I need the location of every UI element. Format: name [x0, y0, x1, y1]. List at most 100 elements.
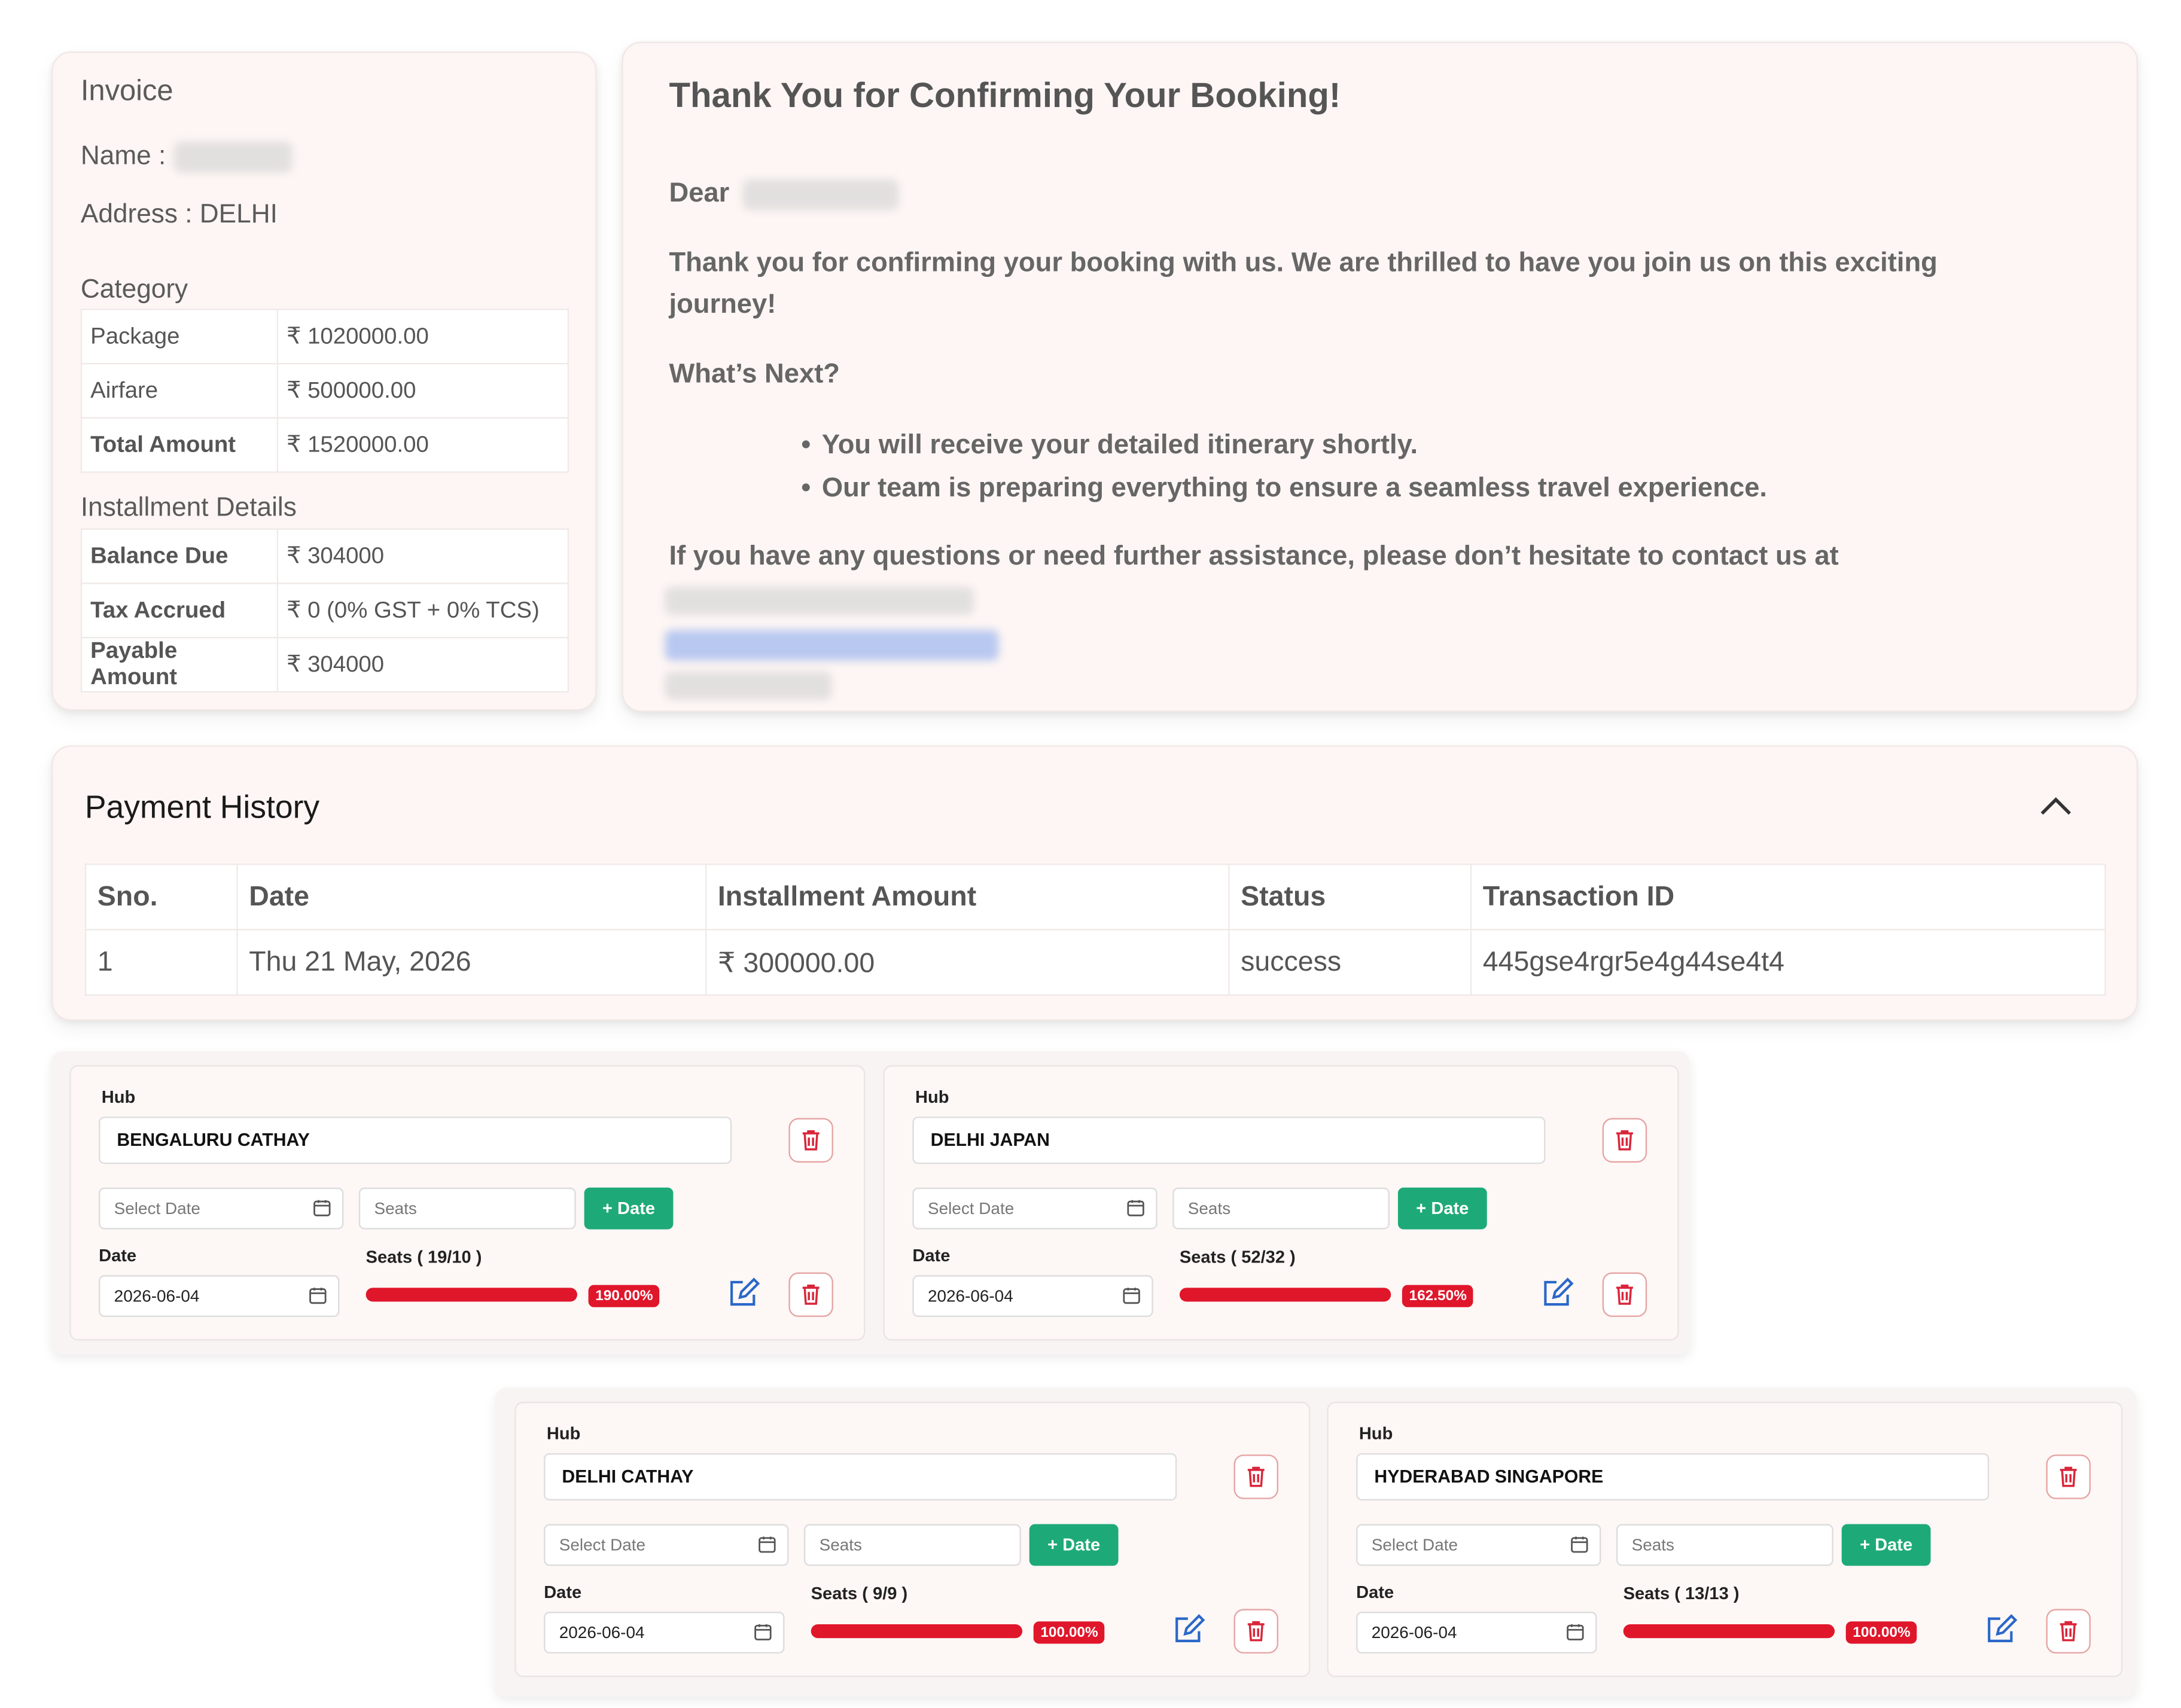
payment-history-table: Sno. Date Installment Amount Status Tran… — [84, 864, 2106, 996]
redacted-phone — [665, 672, 832, 700]
seats-progress-bar — [1179, 1288, 1391, 1302]
chevron-up-icon[interactable] — [2039, 797, 2073, 816]
calendar-icon — [309, 1288, 327, 1304]
category-table: Package ₹ 1020000.00 Airfare ₹ 500000.00… — [80, 309, 569, 473]
date-input[interactable]: 2026-06-04 — [544, 1612, 785, 1654]
seats-placeholder: Seats — [374, 1198, 417, 1218]
seats-placeholder: Seats — [1187, 1198, 1231, 1218]
seats-progress-bar — [1623, 1624, 1835, 1639]
date-label: Date — [544, 1582, 582, 1602]
hub-card: Hub BENGALURU CATHAY Select Date Seats +… — [69, 1065, 866, 1341]
add-date-button[interactable]: + Date — [584, 1187, 674, 1230]
date-input[interactable]: 2026-06-04 — [912, 1275, 1153, 1317]
add-date-button[interactable]: + Date — [1397, 1187, 1487, 1230]
trash-icon — [802, 1284, 820, 1305]
date-label: Date — [912, 1246, 951, 1266]
calendar-icon — [1123, 1288, 1140, 1304]
delete-hub-button[interactable] — [1602, 1118, 1647, 1163]
installment-value: ₹ 0 (0% GST + 0% TCS) — [276, 582, 569, 639]
seats-input[interactable]: Seats — [358, 1187, 576, 1230]
delete-hub-button[interactable] — [788, 1118, 833, 1163]
seats-input[interactable]: Seats — [1616, 1524, 1833, 1566]
add-date-button[interactable]: + Date — [1029, 1524, 1119, 1566]
thanks-paragraph-end: journey! — [669, 289, 776, 320]
hub-card: Hub DELHI CATHAY Select Date Seats + Dat… — [514, 1401, 1311, 1678]
edit-date-button[interactable] — [1172, 1613, 1206, 1646]
invoice-address: Address : DELHI — [80, 200, 278, 230]
category-value: ₹ 1520000.00 — [276, 417, 569, 473]
installment-table: Balance Due ₹ 304000 Tax Accrued ₹ 0 (0%… — [80, 528, 569, 693]
hub-label: Hub — [915, 1087, 949, 1107]
redacted-name — [742, 179, 898, 210]
list-item: Our team is preparing everything to ensu… — [801, 473, 1767, 516]
cell-date: Thu 21 May, 2026 — [236, 929, 707, 996]
table-row: Package ₹ 1020000.00 — [80, 309, 569, 365]
hub-name-field[interactable]: BENGALURU CATHAY — [99, 1117, 732, 1164]
date-input[interactable]: 2026-06-04 — [99, 1275, 340, 1317]
select-date-input[interactable]: Select Date — [544, 1524, 789, 1566]
hub-label: Hub — [101, 1087, 136, 1107]
hub-name-field[interactable]: DELHI JAPAN — [912, 1117, 1546, 1164]
seats-input[interactable]: Seats — [804, 1524, 1021, 1566]
column-header: Installment Amount — [705, 864, 1230, 931]
redacted-email-link[interactable] — [665, 630, 999, 661]
seats-input[interactable]: Seats — [1172, 1187, 1390, 1230]
trash-icon — [1247, 1466, 1265, 1487]
date-label: Date — [99, 1246, 137, 1266]
trash-icon — [2060, 1466, 2077, 1487]
contact-text: If you have any questions or need furthe… — [669, 541, 1839, 572]
table-header-row: Sno. Date Installment Amount Status Tran… — [84, 864, 2106, 931]
date-input[interactable]: 2026-06-04 — [1356, 1612, 1597, 1654]
seats-percent-badge: 190.00% — [588, 1285, 660, 1307]
edit-date-button[interactable] — [1541, 1277, 1574, 1310]
delete-date-button[interactable] — [2046, 1609, 2091, 1654]
edit-date-button[interactable] — [1985, 1613, 2018, 1646]
page: Invoice Name : Address : DELHI Category … — [0, 0, 2181, 1707]
table-row: Total Amount ₹ 1520000.00 — [80, 417, 569, 473]
hub-name-field[interactable]: DELHI CATHAY — [544, 1453, 1177, 1500]
calendar-icon — [1567, 1624, 1584, 1640]
select-date-input[interactable]: Select Date — [912, 1187, 1157, 1230]
cell-transaction-id: 445gse4rgr5e4g44se4t4 — [1470, 929, 2106, 996]
delete-date-button[interactable] — [1602, 1272, 1647, 1317]
seats-count-label: Seats ( 19/10 ) — [365, 1247, 482, 1267]
seats-progress-fill — [1623, 1624, 1835, 1639]
table-row: Balance Due ₹ 304000 — [80, 528, 569, 584]
date-value: 2026-06-04 — [927, 1286, 1013, 1306]
seats-progress-fill — [1179, 1288, 1391, 1302]
seats-placeholder: Seats — [1631, 1535, 1674, 1555]
select-date-input[interactable]: Select Date — [99, 1187, 344, 1230]
seats-percent-badge: 100.00% — [1033, 1621, 1105, 1644]
delete-hub-button[interactable] — [2046, 1454, 2091, 1499]
calendar-icon — [754, 1624, 772, 1640]
table-row: Payable Amount ₹ 304000 — [80, 636, 569, 693]
hub-label: Hub — [546, 1424, 581, 1444]
edit-icon — [1544, 1277, 1574, 1306]
name-label: Name : — [80, 142, 166, 172]
table-row: Airfare ₹ 500000.00 — [80, 362, 569, 419]
add-date-button[interactable]: + Date — [1841, 1524, 1931, 1566]
delete-date-button[interactable] — [1233, 1609, 1278, 1654]
redacted-name — [173, 142, 292, 173]
greeting: Dear — [669, 178, 898, 210]
date-label: Date — [1356, 1582, 1394, 1602]
seats-progress-fill — [365, 1288, 577, 1302]
category-label: Package — [80, 309, 279, 365]
delete-hub-button[interactable] — [1233, 1454, 1278, 1499]
category-label: Airfare — [80, 362, 279, 419]
trash-icon — [1247, 1621, 1265, 1642]
delete-date-button[interactable] — [788, 1272, 833, 1317]
next-steps-list: You will receive your detailed itinerary… — [801, 430, 1767, 516]
edit-icon — [1175, 1614, 1205, 1642]
select-date-input[interactable]: Select Date — [1356, 1524, 1601, 1566]
edit-date-button[interactable] — [727, 1277, 761, 1310]
calendar-icon — [313, 1200, 331, 1216]
hub-label: Hub — [1358, 1424, 1393, 1444]
column-header: Status — [1228, 864, 1472, 931]
select-date-placeholder: Select Date — [114, 1198, 200, 1218]
hub-name-field[interactable]: HYDERABAD SINGAPORE — [1356, 1453, 1990, 1500]
date-value: 2026-06-04 — [559, 1622, 645, 1643]
seats-count-label: Seats ( 9/9 ) — [811, 1584, 908, 1604]
column-header: Transaction ID — [1470, 864, 2106, 931]
greeting-text: Dear — [669, 178, 730, 209]
